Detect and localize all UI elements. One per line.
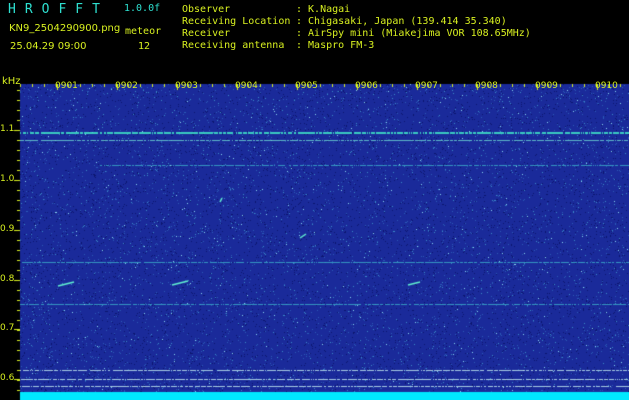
- y-tick-label: 0.9: [0, 224, 15, 234]
- spectrogram-panel: kHz 1.1 1.0 0.9 0.8 0.7 0.6 0901 0902 09…: [0, 76, 629, 400]
- x-tick-label: 0910: [595, 81, 618, 91]
- receiver-value: : AirSpy mini (Miakejima VOR 108.65MHz): [296, 28, 531, 39]
- x-tick-label: 0903: [175, 81, 198, 91]
- location-value: : Chigasaki, Japan (139.414 35.340): [296, 16, 507, 27]
- y-axis-unit: kHz: [2, 76, 21, 87]
- meteor-count-label: meteor: [125, 26, 162, 37]
- meteor-count: 12: [138, 41, 151, 52]
- y-tick-label: 1.0: [0, 174, 15, 184]
- x-tick-label: 0908: [475, 81, 498, 91]
- version-label: 1.0.0f: [124, 3, 161, 14]
- spectrogram-canvas: [0, 76, 629, 400]
- x-tick-label: 0905: [295, 81, 318, 91]
- y-tick-label: 0.6: [0, 373, 15, 383]
- location-label: Receiving Location: [182, 16, 291, 27]
- y-tick-label: 0.7: [0, 323, 15, 333]
- observer-label: Observer: [182, 4, 231, 15]
- antenna-value: : Maspro FM-3: [296, 40, 375, 51]
- y-tick-label: 1.1: [0, 124, 15, 134]
- header: HROFFT 1.0.0f KN9_2504290900.png meteor …: [0, 0, 629, 76]
- x-tick-label: 0901: [55, 81, 78, 91]
- antenna-label: Receiving antenna: [182, 40, 285, 51]
- datetime: 25.04.29 09:00: [10, 41, 87, 52]
- x-tick-label: 0904: [235, 81, 258, 91]
- x-tick-label: 0902: [115, 81, 138, 91]
- x-tick-label: 0909: [535, 81, 558, 91]
- file-name: KN9_2504290900.png: [9, 23, 121, 34]
- app-title: HROFFT: [8, 2, 109, 17]
- x-tick-label: 0907: [415, 81, 438, 91]
- y-tick-label: 0.8: [0, 274, 15, 284]
- x-tick-label: 0906: [355, 81, 378, 91]
- receiver-label: Receiver: [182, 28, 231, 39]
- observer-value: : K.Nagai: [296, 4, 351, 15]
